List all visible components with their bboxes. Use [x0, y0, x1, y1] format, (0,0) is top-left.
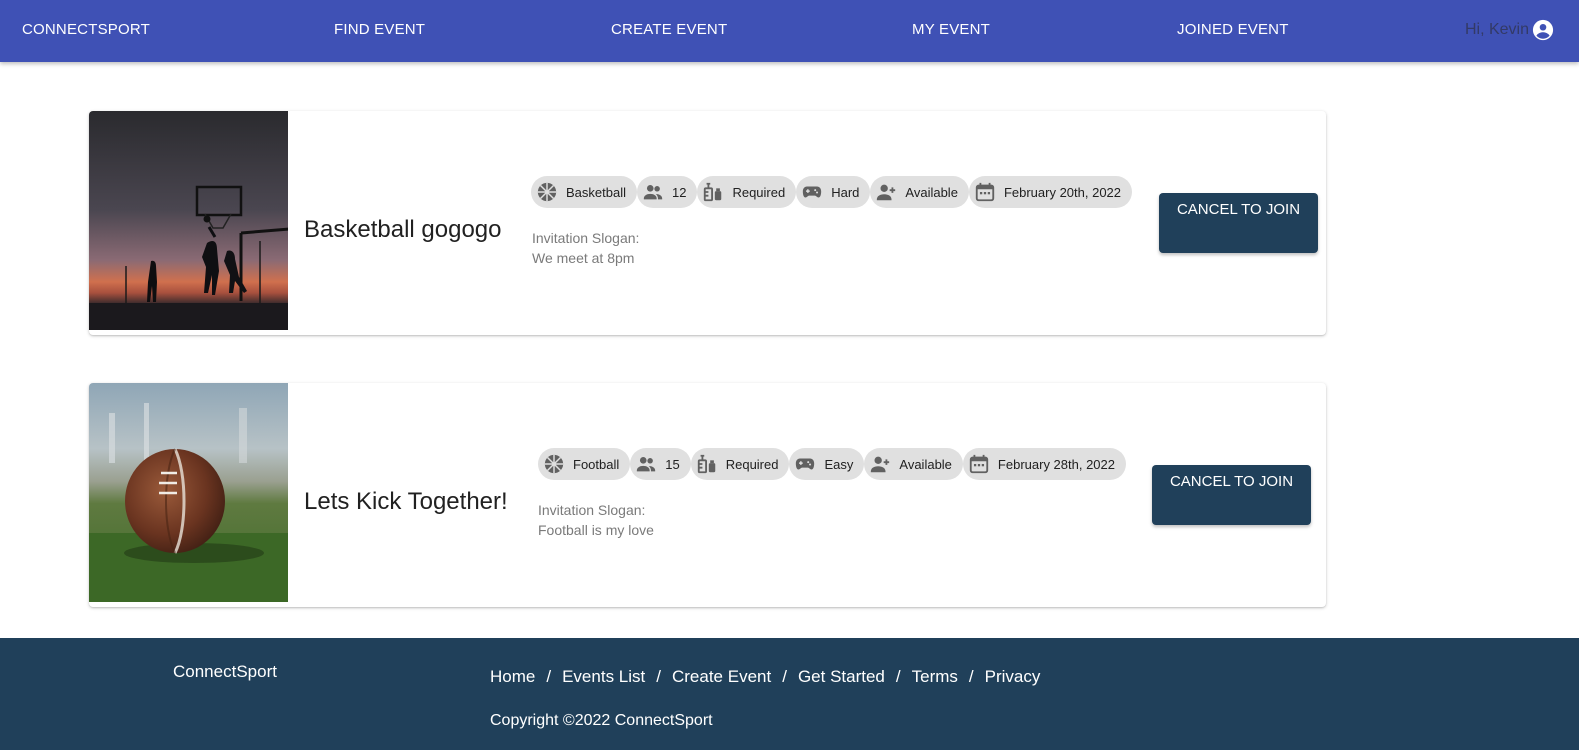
app-bar: CONNECTSPORT FIND EVENT CREATE EVENT MY …: [0, 0, 1579, 62]
footer-separator: /: [782, 667, 787, 686]
footer-link-privacy[interactable]: Privacy: [985, 667, 1041, 687]
sport-chip: Basketball: [531, 176, 637, 208]
event-chips: Football 15 Required Easy Available Febr…: [538, 448, 1126, 480]
cancel-to-join-button[interactable]: CANCEL TO JOIN: [1152, 465, 1311, 525]
chip-label: 12: [671, 184, 687, 200]
footer-separator: /: [546, 667, 552, 686]
chip-label: Required: [732, 184, 786, 200]
invitation-slogan: Invitation Slogan: Football is my love: [538, 500, 654, 540]
slogan-text: We meet at 8pm: [532, 250, 635, 266]
sports-ball-icon: [544, 454, 564, 474]
chip-label: Required: [725, 456, 779, 472]
slogan-text: Football is my love: [538, 522, 654, 538]
event-title: Basketball gogogo: [304, 216, 502, 243]
copyright-text: Copyright ©2022 ConnectSport: [490, 712, 713, 729]
people-icon: [643, 185, 663, 200]
vaccine-chip: Required: [690, 448, 790, 480]
footer-link-events-list[interactable]: Events List: [562, 667, 645, 687]
gamepad-icon: [796, 458, 815, 470]
event-card: Lets Kick Together! Football 15 Required…: [89, 383, 1326, 607]
footer-separator: /: [968, 667, 974, 686]
nav-find-event[interactable]: FIND EVENT: [334, 0, 425, 60]
brand-link[interactable]: CONNECTSPORT: [22, 0, 150, 60]
slogan-label: Invitation Slogan:: [538, 502, 646, 518]
nav-my-event[interactable]: MY EVENT: [912, 0, 990, 60]
footer-separator: /: [656, 667, 661, 686]
calendar-icon: [975, 182, 995, 202]
footer-links: Home / Events List / Create Event / Get …: [490, 667, 1040, 687]
chip-label: Easy: [824, 456, 854, 472]
football-on-grass-photo: [89, 383, 288, 602]
event-card: Basketball gogogo Basketball 12 Required…: [89, 111, 1326, 335]
people-icon: [637, 457, 656, 472]
sport-chip: Football: [538, 448, 631, 480]
basketball-sunset-photo: [89, 111, 288, 330]
vaccines-icon: [704, 182, 722, 202]
person-add-icon: [877, 184, 896, 201]
footer-link-terms[interactable]: Terms: [912, 667, 958, 687]
footer-link-home[interactable]: Home: [490, 667, 535, 687]
availability-chip: Available: [870, 176, 969, 208]
difficulty-chip: Easy: [789, 448, 865, 480]
basketball-icon: [537, 182, 557, 202]
account-circle-icon[interactable]: [1532, 19, 1554, 41]
person-add-icon: [871, 456, 890, 473]
chip-label: Football: [573, 456, 620, 472]
date-chip: February 28th, 2022: [962, 448, 1126, 480]
chip-label: Basketball: [566, 184, 626, 200]
date-chip: February 20th, 2022: [968, 176, 1133, 208]
chip-label: February 28th, 2022: [997, 456, 1115, 472]
cancel-to-join-button[interactable]: CANCEL TO JOIN: [1159, 193, 1318, 253]
chip-label: Available: [899, 456, 952, 472]
availability-chip: Available: [864, 448, 963, 480]
chip-label: 15: [665, 456, 680, 472]
nav-create-event[interactable]: CREATE EVENT: [611, 0, 727, 60]
nav-joined-event[interactable]: JOINED EVENT: [1177, 0, 1289, 60]
vaccine-chip: Required: [697, 176, 797, 208]
chip-label: February 20th, 2022: [1003, 184, 1122, 200]
gamepad-icon: [803, 186, 822, 198]
chip-label: Hard: [831, 184, 860, 200]
difficulty-chip: Hard: [796, 176, 871, 208]
calendar-icon: [969, 454, 989, 474]
vaccines-icon: [697, 454, 715, 474]
footer-brand: ConnectSport: [173, 662, 277, 681]
user-greeting: Hi, Kevin: [1464, 21, 1529, 38]
footer-link-create-event[interactable]: Create Event: [672, 667, 771, 687]
footer: ConnectSport Home / Events List / Create…: [0, 638, 1579, 750]
participants-chip: 15: [630, 448, 691, 480]
invitation-slogan: Invitation Slogan: We meet at 8pm: [532, 228, 639, 268]
event-chips: Basketball 12 Required Hard Available Fe…: [531, 176, 1133, 208]
event-title: Lets Kick Together!: [304, 488, 508, 515]
chip-label: Available: [905, 184, 958, 200]
footer-link-get-started[interactable]: Get Started: [798, 667, 885, 687]
participants-chip: 12: [636, 176, 698, 208]
slogan-label: Invitation Slogan:: [532, 230, 640, 246]
footer-separator: /: [895, 667, 901, 686]
